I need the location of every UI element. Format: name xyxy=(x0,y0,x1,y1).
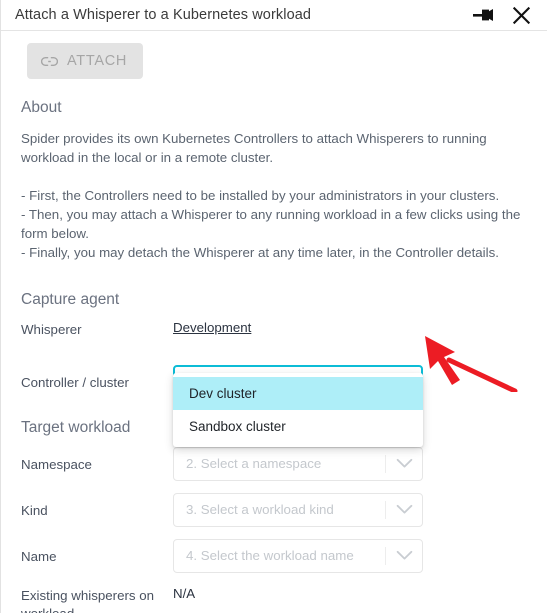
chevron-down-icon[interactable] xyxy=(386,458,422,469)
about-heading: About xyxy=(21,99,62,116)
chevron-down-icon[interactable] xyxy=(386,550,422,561)
name-label: Name xyxy=(21,548,57,564)
dropdown-option-dev-cluster[interactable]: Dev cluster xyxy=(173,376,423,410)
capture-agent-heading: Capture agent xyxy=(21,290,120,308)
about-bullet-list: - First, the Controllers need to be inst… xyxy=(21,186,533,263)
namespace-placeholder: 2. Select a namespace xyxy=(186,456,322,472)
kind-select[interactable]: 3. Select a workload kind xyxy=(173,492,423,527)
attach-whisperer-panel: Attach a Whisperer to a Kubernetes workl… xyxy=(0,0,547,613)
kind-placeholder: 3. Select a workload kind xyxy=(186,502,334,518)
attach-button-label: ATTACH xyxy=(67,53,128,69)
pin-icon[interactable] xyxy=(472,7,494,23)
name-placeholder: 4. Select the workload name xyxy=(186,548,354,564)
row-name: Name 4. Select the workload name xyxy=(21,538,533,575)
capture-agent-form: Whisperer Development Controller / clust… xyxy=(21,319,533,447)
controller-cluster-label: Controller / cluster xyxy=(21,374,129,390)
target-workload-form: Namespace 2. Select a namespace Kind 3. … xyxy=(21,446,533,613)
whisperer-link[interactable]: Development xyxy=(173,319,251,335)
about-bullet: - First, the Controllers need to be inst… xyxy=(21,187,500,203)
controller-cluster-dropdown[interactable]: Dev cluster Sandbox cluster xyxy=(173,372,423,447)
kind-value-wrap: 3. Select a workload kind xyxy=(173,492,533,527)
namespace-select[interactable]: 2. Select a namespace xyxy=(173,446,423,481)
existing-whisperers-value-wrap: N/A xyxy=(173,585,533,603)
namespace-value-wrap: 2. Select a namespace xyxy=(173,446,533,481)
row-existing-whisperers: Existing whisperers on workload N/A xyxy=(21,585,533,613)
close-icon[interactable] xyxy=(512,6,531,25)
row-kind: Kind 3. Select a workload kind xyxy=(21,492,533,529)
panel-titlebar: Attach a Whisperer to a Kubernetes workl… xyxy=(1,0,547,31)
name-select[interactable]: 4. Select the workload name xyxy=(173,538,423,573)
panel-content: ATTACH About Spider provides its own Kub… xyxy=(1,31,547,613)
chevron-down-icon[interactable] xyxy=(386,504,422,515)
kind-label: Kind xyxy=(21,502,48,518)
link-icon xyxy=(40,56,59,67)
row-namespace: Namespace 2. Select a namespace xyxy=(21,446,533,483)
whisperer-label: Whisperer xyxy=(21,321,82,337)
whisperer-value-wrap: Development xyxy=(173,319,533,337)
namespace-label: Namespace xyxy=(21,456,92,472)
about-bullet: - Finally, you may detach the Whisperer … xyxy=(21,245,499,261)
titlebar-actions xyxy=(472,6,531,25)
name-value-wrap: 4. Select the workload name xyxy=(173,538,533,573)
dropdown-option-sandbox-cluster[interactable]: Sandbox cluster xyxy=(173,410,423,443)
panel-title: Attach a Whisperer to a Kubernetes workl… xyxy=(15,7,312,23)
attach-button[interactable]: ATTACH xyxy=(27,43,144,79)
about-bullet: - Then, you may attach a Whisperer to an… xyxy=(21,206,521,242)
about-paragraph: Spider provides its own Kubernetes Contr… xyxy=(21,131,487,166)
existing-whisperers-value: N/A xyxy=(173,585,196,601)
row-whisperer: Whisperer Development xyxy=(21,319,533,355)
existing-whisperers-label: Existing whisperers on workload xyxy=(21,587,155,613)
